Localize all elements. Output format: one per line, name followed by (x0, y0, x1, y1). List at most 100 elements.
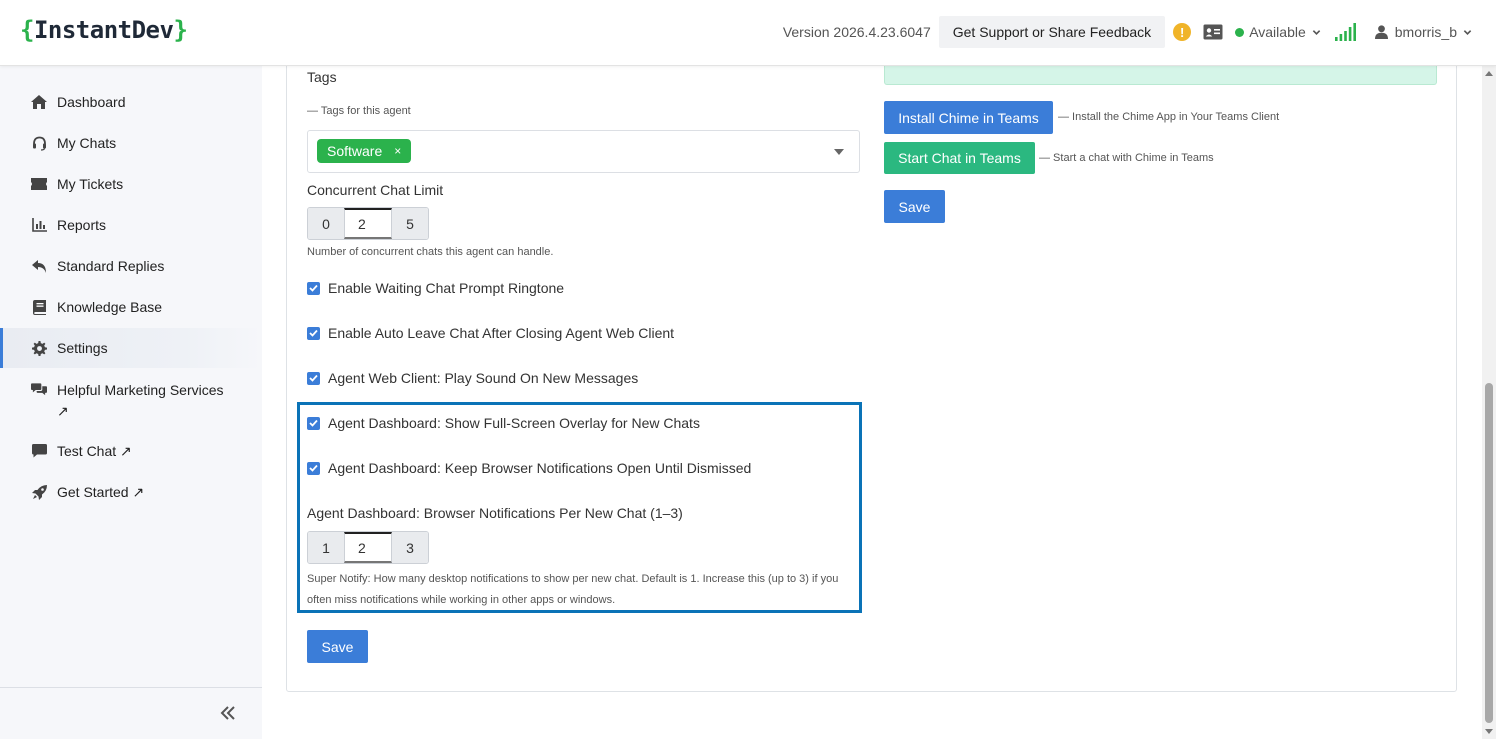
sidebar: Dashboard My Chats My Tickets Reports St… (0, 66, 262, 739)
concurrent-chat-limit-stepper: 0 5 (307, 207, 429, 240)
sidebar-item-my-chats[interactable]: My Chats (0, 123, 262, 163)
logo-text: InstantDev (33, 16, 174, 44)
sidebar-item-get-started[interactable]: Get Started ↗ (0, 472, 262, 512)
rocket-icon (31, 484, 47, 500)
sidebar-item-test-chat[interactable]: Test Chat ↗ (0, 431, 262, 471)
check-icon (309, 329, 318, 337)
agent-settings-card: Tags — Tags for this agent Software × Co… (286, 56, 1457, 692)
check-icon (309, 284, 318, 292)
sidebar-item-label: Standard Replies (57, 258, 165, 274)
checkbox-label: Enable Waiting Chat Prompt Ringtone (328, 280, 565, 296)
check-icon (309, 464, 318, 472)
app-logo[interactable]: {InstantDev} (20, 16, 188, 44)
stepper-max-label: 3 (392, 532, 428, 563)
concurrent-chat-limit-hint: Number of concurrent chats this agent ca… (307, 246, 554, 258)
scrollbar-thumb[interactable] (1485, 383, 1493, 723)
install-chime-hint: — Install the Chime App in Your Teams Cl… (1058, 111, 1280, 123)
sidebar-item-label: Get Started ↗ (57, 483, 145, 500)
page-scrollbar[interactable] (1482, 66, 1496, 739)
super-notify-hint-line-1: Super Notify: How many desktop notificat… (307, 573, 839, 585)
sidebar-item-label: Settings (57, 340, 108, 356)
checkbox-play-sound-new-messages: Agent Web Client: Play Sound On New Mess… (307, 370, 638, 386)
tag-remove-icon[interactable]: × (394, 144, 401, 158)
gear-icon (31, 340, 47, 356)
notifications-per-chat-input[interactable] (344, 532, 392, 563)
checkbox-checked[interactable] (307, 416, 320, 430)
sidebar-item-label: Dashboard (57, 94, 126, 110)
teams-save-button[interactable]: Save (884, 190, 945, 223)
install-chime-in-teams-button[interactable]: Install Chime in Teams (884, 101, 1053, 134)
sidebar-item-label: Test Chat ↗ (57, 442, 132, 459)
header-right-group: Version 2026.4.23.6047 Get Support or Sh… (783, 16, 1472, 48)
tags-select[interactable]: Software × (307, 130, 860, 173)
tag-chip: Software × (317, 139, 412, 163)
checkbox-checked[interactable] (307, 281, 320, 295)
stepper-min-label: 1 (308, 532, 344, 563)
sidebar-item-helpful-marketing-services[interactable]: Helpful Marketing Services ↗ (0, 369, 262, 427)
checkbox-label: Agent Web Client: Play Sound On New Mess… (328, 370, 639, 386)
save-button[interactable]: Save (307, 630, 368, 663)
stepper-max-label: 5 (392, 208, 428, 239)
username-label: bmorris_b (1394, 24, 1457, 40)
notifications-per-chat-label: Agent Dashboard: Browser Notifications P… (307, 505, 683, 521)
notifications-per-chat-stepper: 1 3 (307, 531, 429, 564)
tag-chip-label: Software (327, 143, 383, 159)
sidebar-footer (0, 687, 262, 739)
checkbox-label: Agent Dashboard: Keep Browser Notificati… (328, 460, 752, 476)
version-label: Version 2026.4.23.6047 (782, 24, 931, 40)
tags-hint: — Tags for this agent (307, 105, 411, 117)
sidebar-item-settings[interactable]: Settings (0, 328, 262, 368)
checkbox-full-screen-overlay: Agent Dashboard: Show Full-Screen Overla… (307, 415, 700, 431)
comments-icon (31, 382, 47, 398)
tags-label: Tags (307, 69, 337, 85)
user-icon (1374, 25, 1388, 39)
check-icon (309, 374, 318, 382)
sidebar-item-label: My Tickets (57, 176, 124, 192)
availability-dropdown[interactable]: Available (1235, 24, 1321, 40)
support-feedback-button[interactable]: Get Support or Share Feedback (938, 16, 1166, 48)
super-notify-hint-line-2: often miss notifications while working i… (307, 594, 616, 606)
sidebar-item-label: My Chats (57, 135, 117, 151)
concurrent-chat-limit-label: Concurrent Chat Limit (307, 182, 444, 198)
checkbox-keep-notifications-open: Agent Dashboard: Keep Browser Notificati… (307, 460, 751, 476)
collapse-sidebar-icon[interactable] (218, 703, 238, 723)
reply-icon (31, 258, 47, 274)
chevron-down-icon (1312, 29, 1320, 35)
check-icon (309, 419, 318, 427)
status-dot (1235, 27, 1245, 37)
scroll-down-arrow-icon[interactable] (1485, 729, 1493, 734)
status-label: Available (1249, 24, 1306, 40)
sidebar-item-knowledge-base[interactable]: Knowledge Base (0, 287, 262, 327)
signal-strength-icon[interactable] (1334, 23, 1357, 41)
checkbox-checked[interactable] (307, 326, 320, 340)
chevron-down-icon (1463, 29, 1472, 35)
sidebar-item-standard-replies[interactable]: Standard Replies (0, 246, 262, 286)
alert-icon[interactable]: ! (1173, 23, 1192, 41)
sidebar-item-my-tickets[interactable]: My Tickets (0, 164, 262, 204)
logo-brace-close: } (173, 16, 188, 44)
concurrent-chat-limit-input[interactable] (344, 208, 392, 239)
ticket-icon (31, 176, 47, 192)
user-menu[interactable]: bmorris_b (1374, 24, 1472, 40)
id-card-icon[interactable] (1203, 24, 1223, 40)
start-chat-hint: — Start a chat with Chime in Teams (1039, 152, 1214, 164)
sidebar-item-reports[interactable]: Reports (0, 205, 262, 245)
scroll-up-arrow-icon[interactable] (1485, 71, 1493, 76)
sidebar-item-label: Helpful Marketing Services ↗ (57, 382, 224, 419)
checkbox-label: Agent Dashboard: Show Full-Screen Overla… (328, 415, 700, 431)
checkbox-checked[interactable] (307, 371, 320, 385)
sidebar-item-dashboard[interactable]: Dashboard (0, 82, 262, 122)
home-icon (31, 94, 47, 110)
chart-icon (31, 217, 47, 233)
headset-icon (31, 135, 47, 151)
sidebar-item-label: Reports (57, 217, 107, 233)
logo-brace-open: { (20, 16, 34, 44)
checkbox-checked[interactable] (307, 461, 320, 475)
checkbox-auto-leave-chat: Enable Auto Leave Chat After Closing Age… (307, 325, 674, 341)
super-notify-hint: Super Notify: How many desktop notificat… (307, 569, 838, 611)
checkbox-waiting-chat-ringtone: Enable Waiting Chat Prompt Ringtone (307, 280, 564, 296)
checkbox-label: Enable Auto Leave Chat After Closing Age… (328, 325, 675, 341)
start-chat-in-teams-button[interactable]: Start Chat in Teams (884, 142, 1035, 174)
stepper-min-label: 0 (308, 208, 344, 239)
dropdown-caret-icon[interactable] (834, 149, 844, 155)
